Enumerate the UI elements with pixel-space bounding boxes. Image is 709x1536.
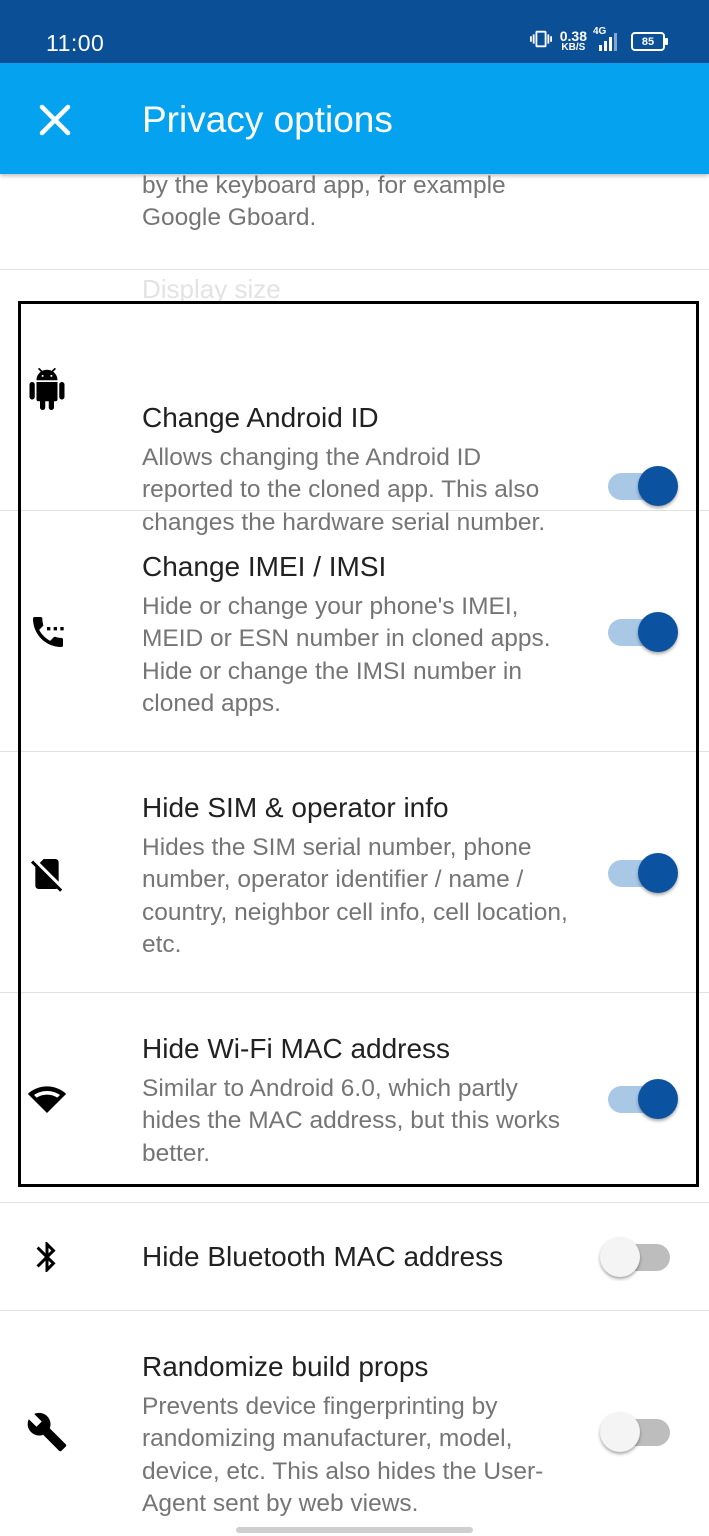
toggle-hide-sim[interactable] (606, 853, 680, 893)
no-sim-icon (26, 853, 68, 895)
status-icons: 0.38 KB/S 4G 85 (529, 26, 668, 55)
wrench-icon (26, 1411, 68, 1453)
setting-hide-wifi-mac[interactable]: Hide Wi-Fi MAC address Similar to Androi… (0, 993, 709, 1203)
setting-title: Randomize build props (142, 1351, 429, 1382)
setting-title: Change Android ID (142, 402, 379, 433)
toggle-thumb (600, 1412, 640, 1452)
toggle-thumb (638, 612, 678, 652)
status-bar: 11:00 0.38 KB/S 4G 85 (0, 0, 709, 63)
setting-change-imei[interactable]: Change IMEI / IMSI Hide or change your p… (0, 511, 709, 752)
network-type: 4G (593, 25, 607, 37)
status-time: 11:00 (46, 30, 105, 56)
setting-title: Change IMEI / IMSI (142, 551, 387, 582)
battery-icon: 85 (631, 32, 668, 51)
toggle-thumb (638, 466, 678, 506)
setting-change-android-id[interactable]: Change Android ID Allows changing the An… (0, 270, 709, 536)
settings-list: by the keyboard app, for example Google … (0, 174, 709, 1536)
bluetooth-icon (26, 1236, 68, 1278)
setting-description: Hide or change your phone's IMEI, MEID o… (142, 593, 551, 717)
vibrate-icon (529, 28, 552, 55)
wifi-icon (26, 1077, 68, 1119)
battery-level: 85 (641, 35, 655, 48)
network-speed-value: 0.38 (559, 27, 587, 44)
toggle-hide-bluetooth-mac[interactable] (600, 1237, 680, 1277)
setting-hide-sim[interactable]: Hide SIM & operator info Hides the SIM s… (0, 752, 709, 993)
toggle-randomize-build-props[interactable] (600, 1412, 680, 1452)
toggle-change-imei[interactable] (606, 612, 680, 652)
list-item-partial[interactable]: by the keyboard app, for example Google … (0, 174, 709, 270)
android-icon (26, 368, 68, 410)
setting-description: Hides the SIM serial number, phone numbe… (142, 834, 568, 958)
toggle-thumb (600, 1237, 640, 1277)
setting-randomize-build-props[interactable]: Randomize build props Prevents device fi… (0, 1311, 709, 1536)
phone-dots-icon (26, 611, 68, 653)
setting-hide-bluetooth-mac[interactable]: Hide Bluetooth MAC address (0, 1203, 709, 1311)
setting-title: Hide SIM & operator info (142, 792, 449, 823)
setting-title: Hide Wi-Fi MAC address (142, 1033, 451, 1064)
setting-description: by the keyboard app, for example Google … (142, 174, 506, 232)
setting-description: Similar to Android 6.0, which partly hid… (142, 1075, 561, 1167)
toggle-thumb (638, 853, 678, 893)
toggle-thumb (638, 1079, 678, 1119)
close-icon (39, 104, 71, 136)
close-button[interactable] (36, 101, 74, 139)
network-speed: 0.38 KB/S (559, 27, 587, 53)
toggle-hide-wifi-mac[interactable] (606, 1079, 680, 1119)
app-bar: Privacy options (0, 63, 709, 174)
signal-icon: 4G (593, 26, 619, 52)
home-indicator[interactable] (236, 1527, 473, 1533)
toggle-change-android-id[interactable] (606, 466, 680, 506)
setting-description: Prevents device fingerprinting by random… (142, 1393, 544, 1517)
setting-title: Hide Bluetooth MAC address (142, 1241, 504, 1272)
page-title: Privacy options (142, 99, 393, 140)
network-speed-unit: KB/S (561, 41, 586, 53)
